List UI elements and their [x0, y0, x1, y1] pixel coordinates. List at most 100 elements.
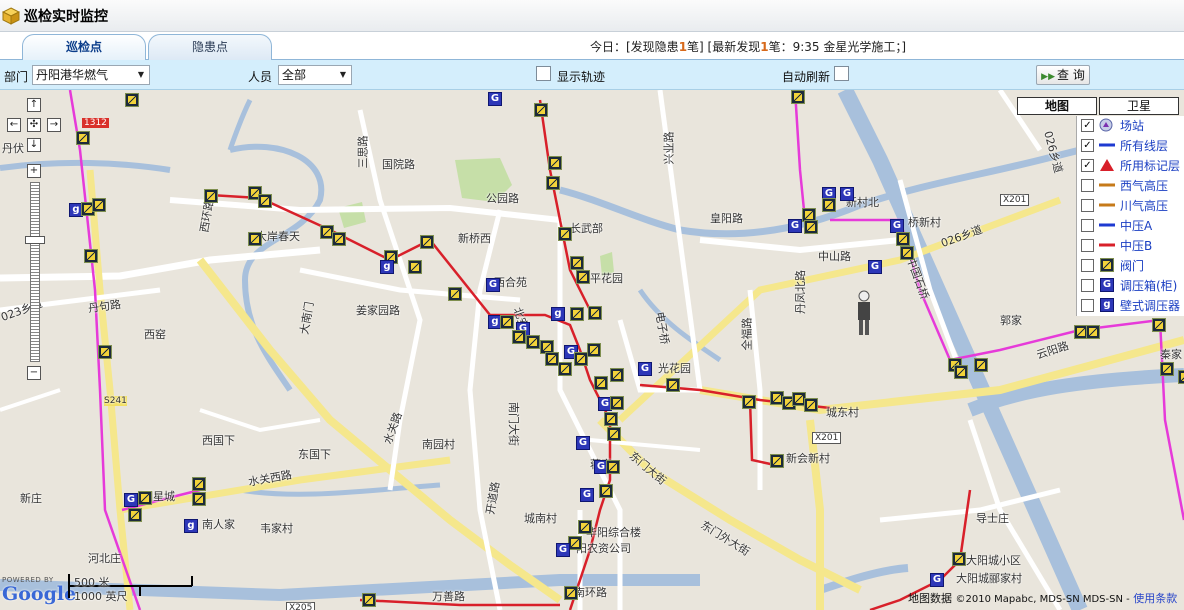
- layer-item-medium-a[interactable]: 中压A: [1081, 216, 1152, 234]
- valve-marker[interactable]: [448, 287, 462, 301]
- regulator-marker[interactable]: [580, 488, 594, 502]
- auto-refresh-checkbox[interactable]: [834, 66, 849, 81]
- layer-item-valves[interactable]: 阀门: [1081, 256, 1144, 274]
- valve-marker[interactable]: [570, 256, 584, 270]
- zoom-slider-thumb[interactable]: [25, 236, 45, 244]
- regulator-marker[interactable]: [840, 187, 854, 201]
- valve-marker[interactable]: [84, 249, 98, 263]
- valve-marker[interactable]: [576, 270, 590, 284]
- valve-marker[interactable]: [128, 508, 142, 522]
- valve-marker[interactable]: [570, 307, 584, 321]
- valve-marker[interactable]: [500, 315, 514, 329]
- layer-item-medium-b[interactable]: 中压B: [1081, 236, 1152, 254]
- valve-marker[interactable]: [607, 427, 621, 441]
- valve-marker[interactable]: [804, 220, 818, 234]
- layer-checkbox[interactable]: [1081, 278, 1094, 292]
- valve-marker[interactable]: [332, 232, 346, 246]
- map-type-map-button[interactable]: 地图: [1017, 97, 1097, 115]
- valve-marker[interactable]: [1152, 318, 1166, 332]
- layer-checkbox[interactable]: [1081, 238, 1094, 252]
- valve-marker[interactable]: [558, 227, 572, 241]
- valve-marker[interactable]: [900, 246, 914, 260]
- valve-marker[interactable]: [578, 520, 592, 534]
- layer-checkbox[interactable]: [1081, 218, 1094, 232]
- regulator-marker[interactable]: [788, 219, 802, 233]
- valve-marker[interactable]: [610, 396, 624, 410]
- valve-marker[interactable]: [952, 552, 966, 566]
- valve-marker[interactable]: [896, 232, 910, 246]
- layer-checkbox[interactable]: ✓: [1081, 118, 1094, 132]
- valve-marker[interactable]: [742, 395, 756, 409]
- layer-item-sichuan-gas[interactable]: 川气高压: [1081, 196, 1168, 214]
- valve-marker[interactable]: [362, 593, 376, 607]
- valve-marker[interactable]: [204, 189, 218, 203]
- valve-marker[interactable]: [791, 90, 805, 104]
- valve-marker[interactable]: [558, 362, 572, 376]
- pan-right-icon[interactable]: →: [47, 118, 61, 132]
- valve-marker[interactable]: [1160, 362, 1174, 376]
- valve-marker[interactable]: [588, 306, 602, 320]
- layer-item-all-lines[interactable]: ✓ 所有线层: [1081, 136, 1168, 154]
- valve-marker[interactable]: [568, 536, 582, 550]
- valve-marker[interactable]: [420, 235, 434, 249]
- valve-marker[interactable]: [192, 492, 206, 506]
- regulator-marker[interactable]: [556, 543, 570, 557]
- layer-checkbox[interactable]: [1081, 298, 1094, 312]
- dept-select[interactable]: 丹阳港华燃气 ▼: [32, 65, 150, 85]
- valve-marker[interactable]: [1178, 370, 1184, 384]
- layer-item-all-markers[interactable]: ✓ 所用标记层: [1081, 156, 1180, 174]
- valve-marker[interactable]: [574, 352, 588, 366]
- show-track-checkbox[interactable]: [536, 66, 551, 81]
- wall-regulator-marker[interactable]: [184, 519, 198, 533]
- valve-marker[interactable]: [548, 156, 562, 170]
- valve-marker[interactable]: [822, 198, 836, 212]
- pan-down-icon[interactable]: ↓: [27, 138, 41, 152]
- valve-marker[interactable]: [770, 454, 784, 468]
- zoom-out-icon[interactable]: −: [27, 366, 41, 380]
- pan-left-icon[interactable]: ←: [7, 118, 21, 132]
- wall-regulator-marker[interactable]: [380, 260, 394, 274]
- regulator-marker[interactable]: [638, 362, 652, 376]
- zoom-in-icon[interactable]: +: [27, 164, 41, 178]
- regulator-marker[interactable]: [124, 493, 138, 507]
- valve-marker[interactable]: [258, 194, 272, 208]
- layer-item-regulator-box[interactable]: 调压箱(柜): [1081, 276, 1177, 294]
- valve-marker[interactable]: [604, 412, 618, 426]
- valve-marker[interactable]: [666, 378, 680, 392]
- valve-marker[interactable]: [92, 198, 106, 212]
- layer-checkbox[interactable]: ✓: [1081, 138, 1094, 152]
- valve-marker[interactable]: [512, 330, 526, 344]
- query-button[interactable]: ▶▶ 查 询: [1036, 65, 1090, 85]
- valve-marker[interactable]: [610, 368, 624, 382]
- tab-hazard-points[interactable]: 隐患点: [148, 34, 272, 60]
- valve-marker[interactable]: [599, 484, 613, 498]
- valve-marker[interactable]: [974, 358, 988, 372]
- valve-marker[interactable]: [526, 335, 540, 349]
- person-select[interactable]: 全部 ▼: [278, 65, 352, 85]
- pan-center-icon[interactable]: ✣: [27, 118, 41, 132]
- valve-marker[interactable]: [248, 232, 262, 246]
- zoom-slider-track[interactable]: [30, 182, 40, 362]
- map-canvas[interactable]: 丹伏 西环路 大岸春天 三思路 国院路 公园路 新桥西 长武部 兴业路 皇阳路 …: [0, 90, 1184, 610]
- valve-marker[interactable]: [587, 343, 601, 357]
- valve-marker[interactable]: [546, 176, 560, 190]
- valve-marker[interactable]: [545, 352, 559, 366]
- layer-item-west-gas[interactable]: 西气高压: [1081, 176, 1168, 194]
- valve-marker[interactable]: [138, 491, 152, 505]
- layer-checkbox[interactable]: ✓: [1081, 158, 1094, 172]
- map-type-satellite-button[interactable]: 卫星: [1099, 97, 1179, 115]
- regulator-marker[interactable]: [890, 219, 904, 233]
- valve-marker[interactable]: [954, 365, 968, 379]
- valve-marker[interactable]: [98, 345, 112, 359]
- layer-item-station[interactable]: ✓ 场站: [1081, 116, 1144, 134]
- valve-marker[interactable]: [534, 103, 548, 117]
- valve-marker[interactable]: [76, 131, 90, 145]
- wall-regulator-marker[interactable]: [551, 307, 565, 321]
- regulator-marker[interactable]: [486, 278, 500, 292]
- pan-up-icon[interactable]: ↑: [27, 98, 41, 112]
- layer-checkbox[interactable]: [1081, 198, 1094, 212]
- layer-checkbox[interactable]: [1081, 178, 1094, 192]
- terms-link[interactable]: 使用条款: [1133, 592, 1177, 605]
- tab-inspection-points[interactable]: 巡检点: [22, 34, 146, 60]
- valve-marker[interactable]: [564, 586, 578, 600]
